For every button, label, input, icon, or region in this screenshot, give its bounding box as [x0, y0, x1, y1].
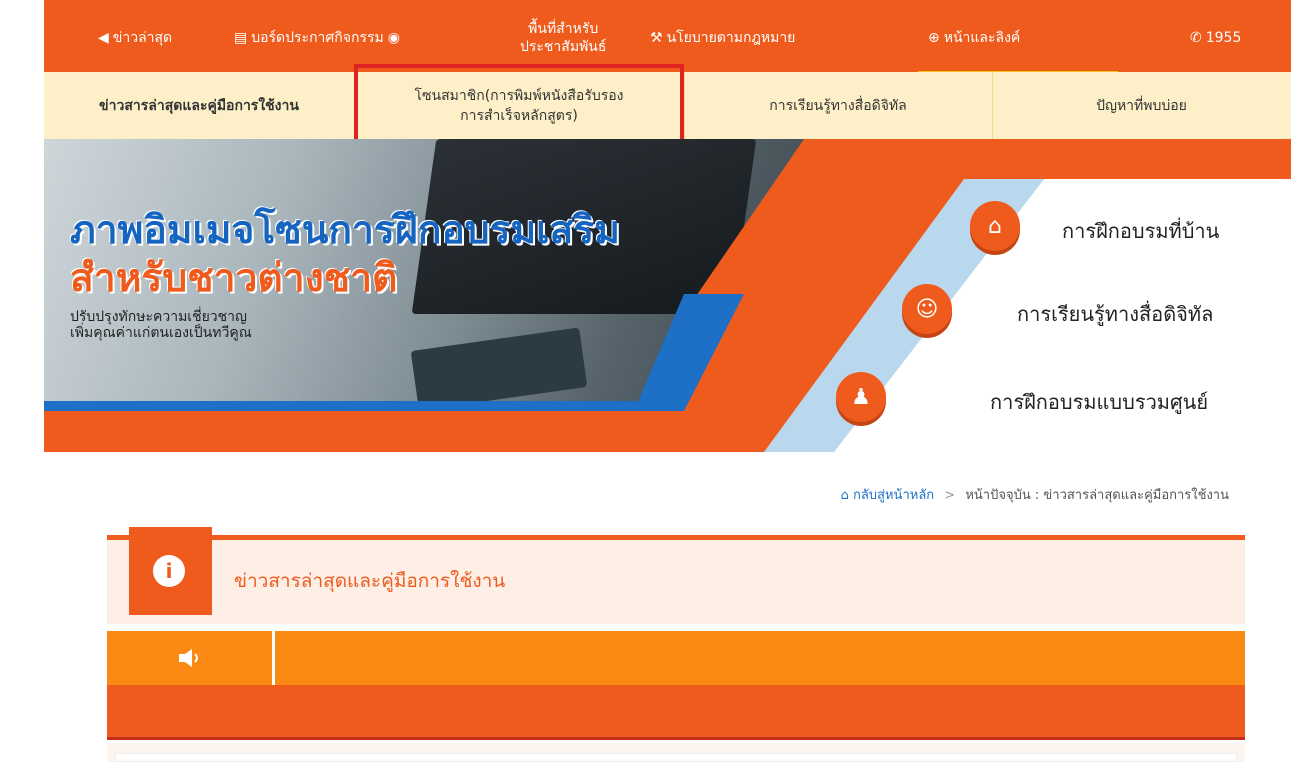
announcement-bar — [107, 631, 1245, 685]
subnav-faq-label: ปัญหาที่พบบ่อย — [1096, 97, 1187, 114]
nav-pr-area[interactable]: พื้นที่สำหรับ ประชาสัมพันธ์ — [520, 4, 606, 72]
podcast-icon: ◉ — [387, 30, 400, 46]
subnav-digital-learning-label: การเรียนรู้ทางสื่อดิจิทัล — [769, 97, 907, 114]
subnav-digital-learning[interactable]: การเรียนรู้ทางสื่อดิจิทัล — [684, 72, 992, 139]
info-icon: i — [153, 555, 185, 587]
classroom-icon: ♟ — [836, 372, 886, 422]
nav-latest-news-label: ข่าวล่าสุด — [112, 30, 173, 46]
subnav-latest-news-manual-label: ข่าวสารล่าสุดและคู่มือการใช้งาน — [99, 97, 299, 114]
nav-activity-board[interactable]: ▤ บอร์ดประกาศกิจกรรม ◉ — [234, 4, 404, 72]
banner-headline-line2: สำหรับชาวต่างชาติ — [70, 256, 398, 301]
nav-pr-area-line1: พื้นที่สำหรับ — [528, 21, 599, 37]
home-icon: ⌂ — [840, 488, 849, 503]
nav-pages-links-label: หน้าและลิงค์ — [943, 30, 1021, 46]
announcement-bar-lower — [107, 685, 1245, 740]
subnav-faq[interactable]: ปัญหาที่พบบ่อย — [992, 72, 1291, 139]
breadcrumb-current: ข่าวสารล่าสุดและคู่มือการใช้งาน — [1043, 488, 1229, 503]
hero-banner: ภาพอิมเมจโซนการฝึกอบรมเสริม สำหรับชาวต่า… — [44, 139, 1291, 452]
feature-home-training[interactable]: ⌂ การฝึกอบรมที่บ้าน — [970, 201, 1219, 251]
breadcrumb-home-link[interactable]: ⌂ กลับสู่หน้าหลัก — [841, 488, 939, 503]
banner-subline: ปรับปรุงทักษะความเชี่ยวชาญ เพิ่มคุณค่าแก… — [70, 309, 252, 341]
sub-navigation: ข่าวสารล่าสุดและคู่มือการใช้งาน โซนสมาชิ… — [44, 72, 1291, 139]
feature-home-training-label: การฝึกอบรมที่บ้าน — [1062, 219, 1220, 243]
content-inner — [115, 753, 1237, 762]
breadcrumb-current-prefix: หน้าปัจจุบัน : — [965, 488, 1040, 503]
breadcrumb-separator: > — [944, 488, 956, 503]
breadcrumb: ⌂ กลับสู่หน้าหลัก > หน้าปัจจุบัน : ข่าวส… — [841, 484, 1229, 505]
nav-pages-links[interactable]: ⊕ หน้าและลิงค์ — [928, 4, 1020, 72]
subnav-latest-news-manual[interactable]: ข่าวสารล่าสุดและคู่มือการใช้งาน — [44, 72, 354, 139]
gavel-icon: ⚒ — [650, 30, 663, 46]
feature-centralized-training-label: การฝึกอบรมแบบรวมศูนย์ — [990, 390, 1209, 414]
subnav-member-zone-line1: โซนสมาชิก(การพิมพ์หนังสือรับรอง — [414, 87, 624, 104]
home-training-icon: ⌂ — [970, 201, 1020, 251]
whatsapp-icon: ✆ — [1190, 30, 1202, 46]
info-tab: i — [129, 527, 212, 615]
banner-subline-1: ปรับปรุงทักษะความเชี่ยวชาญ — [70, 309, 247, 325]
nav-hotline[interactable]: ✆ 1955 — [1190, 4, 1241, 72]
nav-hotline-label: 1955 — [1205, 30, 1242, 46]
nav-pr-area-line2: ประชาสัมพันธ์ — [520, 39, 607, 55]
announcement-divider — [272, 631, 275, 685]
content-area — [107, 743, 1245, 762]
speaker-icon — [107, 631, 272, 685]
breadcrumb-home-label: กลับสู่หน้าหลัก — [852, 488, 935, 503]
feature-digital-learning[interactable]: ☺ การเรียนรู้ทางสื่อดิจิทัล — [902, 284, 1213, 334]
lifebuoy-icon: ⊕ — [928, 30, 940, 46]
banner-subline-2: เพิ่มคุณค่าแก่ตนเองเป็นทวีคูณ — [70, 325, 252, 341]
subnav-member-zone-line2: การสำเร็จหลักสูตร) — [460, 107, 578, 124]
feature-centralized-training[interactable]: ♟ การฝึกอบรมแบบรวมศูนย์ — [836, 372, 1208, 422]
megaphone-icon: ◀ — [98, 30, 109, 46]
subnav-member-zone[interactable]: โซนสมาชิก(การพิมพ์หนังสือรับรอง การสำเร็… — [354, 72, 684, 139]
nav-activity-board-label: บอร์ดประกาศกิจกรรม — [251, 30, 384, 46]
digital-learner-icon: ☺ — [902, 284, 952, 334]
speaker-icon-graphic — [178, 649, 198, 667]
section-title: ข่าวสารล่าสุดและคู่มือการใช้งาน — [234, 570, 506, 592]
newspaper-icon: ▤ — [234, 30, 248, 46]
nav-latest-news[interactable]: ◀ ข่าวล่าสุด — [98, 4, 172, 72]
nav-legal-policy-label: นโยบายตามกฎหมาย — [666, 30, 796, 46]
top-navigation: ◀ ข่าวล่าสุด ▤ บอร์ดประกาศกิจกรรม ◉ พื้น… — [44, 0, 1291, 76]
feature-digital-learning-label: การเรียนรู้ทางสื่อดิจิทัล — [1017, 302, 1214, 326]
nav-legal-policy[interactable]: ⚒ นโยบายตามกฎหมาย — [650, 4, 795, 72]
